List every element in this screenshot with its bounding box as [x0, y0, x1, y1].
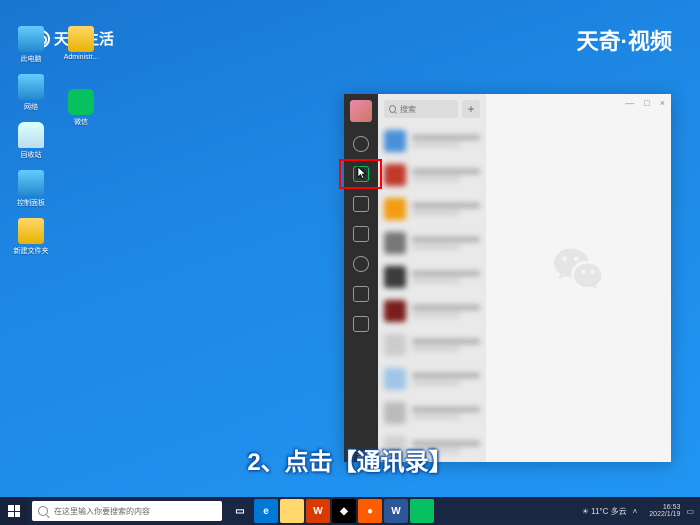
wechat-window: ≡ + — □ × — [344, 94, 671, 462]
taskbar: 在这里输入你要搜索的内容 ▭ e W ◆ ● W ☀ 11°C 多云 ˄ 16:… — [0, 497, 700, 525]
control-panel-icon — [18, 170, 44, 196]
desktop: 天奇生活 天奇·视频 此电脑 网络 回收站 控制面板 新建文件夹 Adminis… — [0, 0, 700, 525]
minimize-button[interactable]: — — [625, 98, 634, 108]
list-item[interactable] — [378, 396, 486, 430]
wechat-icon — [68, 89, 94, 115]
list-item[interactable] — [378, 192, 486, 226]
app-icon[interactable]: ◆ — [332, 499, 356, 523]
desktop-icon-network[interactable]: 网络 — [6, 74, 56, 112]
app-sidebar: ≡ — [344, 94, 378, 462]
notifications-icon[interactable]: ▭ — [686, 507, 694, 516]
clock[interactable]: 16:53 2022/1/19 — [649, 504, 680, 518]
desktop-icon-control-panel[interactable]: 控制面板 — [6, 170, 56, 208]
tray-chevron-icon[interactable]: ˄ — [633, 507, 638, 516]
add-button[interactable]: + — [462, 100, 480, 118]
chat-main-panel: — □ × — [486, 94, 671, 462]
start-button[interactable] — [0, 497, 28, 525]
desktop-icon-recycle-bin[interactable]: 回收站 — [6, 122, 56, 160]
maximize-button[interactable]: □ — [644, 98, 649, 108]
desktop-icon-admin[interactable]: Administr... — [56, 26, 106, 61]
phone-icon[interactable] — [353, 316, 369, 332]
search-icon — [389, 105, 396, 113]
list-item[interactable] — [378, 362, 486, 396]
list-item[interactable] — [378, 226, 486, 260]
list-item[interactable] — [378, 124, 486, 158]
wps-icon[interactable]: W — [306, 499, 330, 523]
tutorial-caption: 2、点击【通讯录】 — [247, 442, 452, 477]
user-folder-icon — [68, 26, 94, 52]
taskbar-search-placeholder: 在这里输入你要搜索的内容 — [54, 506, 150, 517]
mini-program-icon[interactable] — [353, 286, 369, 302]
list-item[interactable] — [378, 294, 486, 328]
taskbar-search[interactable]: 在这里输入你要搜索的内容 — [32, 501, 222, 521]
desktop-icon-this-pc[interactable]: 此电脑 — [6, 26, 56, 64]
explorer-icon[interactable] — [280, 499, 304, 523]
list-item[interactable] — [378, 260, 486, 294]
favorites-icon[interactable] — [353, 196, 369, 212]
wechat-watermark-icon — [549, 241, 609, 315]
wechat-taskbar-icon[interactable] — [410, 499, 434, 523]
search-input[interactable] — [384, 100, 458, 118]
chat-items[interactable] — [378, 124, 486, 462]
desktop-icon-new-folder[interactable]: 新建文件夹 — [6, 218, 56, 256]
window-controls: — □ × — [625, 98, 665, 108]
task-view-icon[interactable]: ▭ — [228, 499, 252, 523]
list-item[interactable] — [378, 328, 486, 362]
moments-icon[interactable] — [353, 256, 369, 272]
app2-icon[interactable]: ● — [358, 499, 382, 523]
close-button[interactable]: × — [660, 98, 665, 108]
pc-icon — [18, 26, 44, 52]
desktop-icon-wechat[interactable]: 微信 — [56, 89, 106, 127]
watermark-right: 天奇·视频 — [577, 24, 672, 56]
pinned-apps: ▭ e W ◆ ● W — [228, 499, 434, 523]
search-icon — [38, 506, 48, 516]
chat-list-panel: + — [378, 94, 486, 462]
chat-icon[interactable] — [353, 136, 369, 152]
cursor-icon — [357, 166, 369, 180]
windows-icon — [8, 505, 20, 517]
files-icon[interactable] — [353, 226, 369, 242]
weather-widget[interactable]: ☀ 11°C 多云 — [582, 506, 627, 517]
system-tray: ☀ 11°C 多云 ˄ 16:53 2022/1/19 ▭ — [582, 504, 700, 518]
word-icon[interactable]: W — [384, 499, 408, 523]
avatar[interactable] — [350, 100, 372, 122]
network-icon — [18, 74, 44, 100]
recycle-bin-icon — [18, 122, 44, 148]
chat-list-header: + — [378, 94, 486, 124]
edge-icon[interactable]: e — [254, 499, 278, 523]
desktop-icons-col2: Administr... 微信 — [56, 26, 176, 137]
list-item[interactable] — [378, 158, 486, 192]
search-field[interactable] — [400, 105, 453, 114]
folder-icon — [18, 218, 44, 244]
